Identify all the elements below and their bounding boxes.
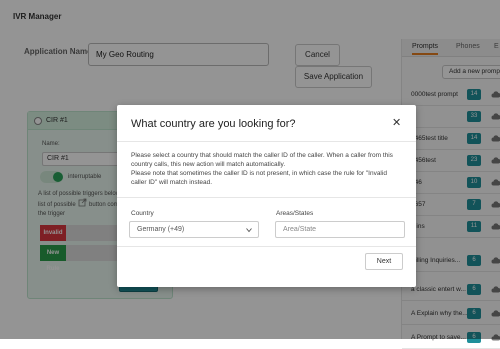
modal-divider (117, 246, 416, 247)
country-label: Country (131, 210, 154, 217)
modal-divider (117, 141, 416, 142)
area-label: Areas/States (276, 210, 314, 217)
country-select-value: Germany (+49) (137, 226, 185, 233)
modal-description: Please select a country that should matc… (131, 152, 393, 168)
country-modal: What country are you looking for? ✕ Plea… (117, 105, 416, 287)
chevron-down-icon (246, 228, 252, 233)
close-icon[interactable]: ✕ (392, 116, 401, 129)
area-input[interactable]: Area/State (275, 221, 405, 238)
next-button[interactable]: Next (365, 253, 403, 270)
modal-divider (117, 197, 416, 198)
modal-title: What country are you looking for? (131, 118, 296, 130)
country-select[interactable]: Germany (+49) (129, 221, 259, 238)
modal-description-note: Please note that sometimes the caller ID… (131, 170, 387, 186)
